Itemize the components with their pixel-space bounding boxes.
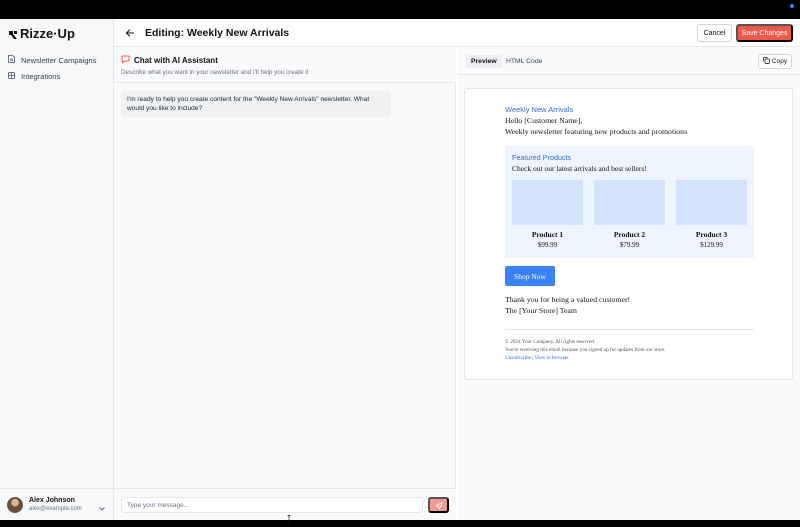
sidebar-nav: Newsletter Campaigns Integrations <box>0 52 114 84</box>
send-icon <box>434 498 443 513</box>
sidebar-item-label: Integrations <box>21 71 61 81</box>
featured-products-section: Featured Products Check out our latest a… <box>505 146 754 258</box>
product-card: Product 2 $79.99 <box>594 180 665 249</box>
editor-header: Editing: Weekly New Arrivals Cancel Save… <box>114 19 800 47</box>
view-in-browser-link[interactable]: View in browser <box>534 355 568 361</box>
brand-logo[interactable]: Rizze·Up <box>8 25 75 41</box>
document-icon <box>8 55 15 65</box>
window-top-bar <box>0 0 800 19</box>
email-footer-links: Unsubscribe | View in browser <box>505 355 569 361</box>
grid-icon <box>8 71 15 81</box>
product-name: Product 3 <box>695 230 728 239</box>
shop-now-button[interactable]: Shop Now <box>505 266 555 286</box>
chat-title: Chat with AI Assistant <box>121 55 218 66</box>
sidebar-item-integrations[interactable]: Integrations <box>0 68 114 84</box>
tab-html-code[interactable]: HTML Code <box>501 55 547 68</box>
brand-name: Rizze·Up <box>20 25 75 41</box>
tab-preview[interactable]: Preview <box>466 55 502 68</box>
preview-panel: Preview HTML Code Copy Weekly New Arriva… <box>457 47 800 520</box>
assistant-message: I'm ready to help you create content for… <box>121 91 391 117</box>
chat-panel: Chat with AI Assistant Describe what you… <box>114 47 456 520</box>
unsubscribe-link[interactable]: Unsubscribe <box>505 355 531 361</box>
preview-tabs: Preview HTML Code Copy <box>457 47 800 75</box>
status-dot <box>790 4 794 8</box>
logo-mark-icon <box>8 28 18 39</box>
product-name: Product 1 <box>531 230 564 239</box>
chat-bubble-icon <box>121 55 130 66</box>
footer-divider <box>505 329 754 330</box>
copy-label: Copy <box>771 58 788 65</box>
product-image <box>676 180 747 225</box>
sidebar-item-newsletter-campaigns[interactable]: Newsletter Campaigns <box>0 52 114 68</box>
sidebar-item-label: Newsletter Campaigns <box>21 55 97 65</box>
email-intro: Weekly newsletter featuring new products… <box>505 127 688 136</box>
product-price: $129.99 <box>700 241 723 249</box>
email-signature: The [Your Store] Team <box>505 306 577 315</box>
cancel-button[interactable]: Cancel <box>697 24 732 42</box>
product-image <box>594 180 665 225</box>
email-reason: You're receiving this email because you … <box>505 347 666 353</box>
send-button[interactable] <box>428 497 449 513</box>
app-window: Rizze·Up Newsletter Campaigns Integratio… <box>0 19 800 524</box>
product-name: Product 2 <box>613 230 646 239</box>
product-card: Product 3 $129.99 <box>676 180 747 249</box>
email-heading: Weekly New Arrivals <box>505 105 574 114</box>
copy-icon <box>763 57 770 66</box>
user-email: alex@example.com <box>29 505 82 512</box>
featured-subtitle: Check out our latest arrivals and best s… <box>512 164 647 173</box>
chat-subtitle: Describe what you want in your newslette… <box>121 69 309 76</box>
email-thanks: Thank you for being a valued customer! <box>505 295 631 304</box>
product-image <box>512 180 583 225</box>
email-preview: Weekly New Arrivals Hello [Customer Name… <box>464 88 793 380</box>
user-menu[interactable]: Alex Johnson alex@example.com <box>0 488 114 520</box>
product-price: $99.99 <box>537 241 558 249</box>
product-price: $79.99 <box>619 241 640 249</box>
back-arrow-icon[interactable] <box>124 27 136 39</box>
chevron-down-icon[interactable] <box>99 502 105 514</box>
page-title: Editing: Weekly New Arrivals <box>145 27 290 39</box>
copy-button[interactable]: Copy <box>758 54 792 69</box>
email-greeting: Hello [Customer Name], <box>505 116 583 125</box>
chat-title-text: Chat with AI Assistant <box>134 56 218 65</box>
chat-input-bar <box>114 488 456 520</box>
chat-message-input[interactable] <box>121 497 423 513</box>
chat-header: Chat with AI Assistant Describe what you… <box>114 47 456 83</box>
featured-title: Featured Products <box>512 153 572 162</box>
user-name: Alex Johnson <box>29 496 75 504</box>
sidebar: Rizze·Up Newsletter Campaigns Integratio… <box>0 19 114 520</box>
email-copyright: © 2024 Your Company. All rights reserved… <box>505 339 596 345</box>
save-changes-button[interactable]: Save Changes <box>736 24 793 42</box>
avatar <box>7 496 23 513</box>
user-info: Alex Johnson alex@example.com <box>29 496 82 514</box>
product-card: Product 1 $99.99 <box>512 180 583 249</box>
